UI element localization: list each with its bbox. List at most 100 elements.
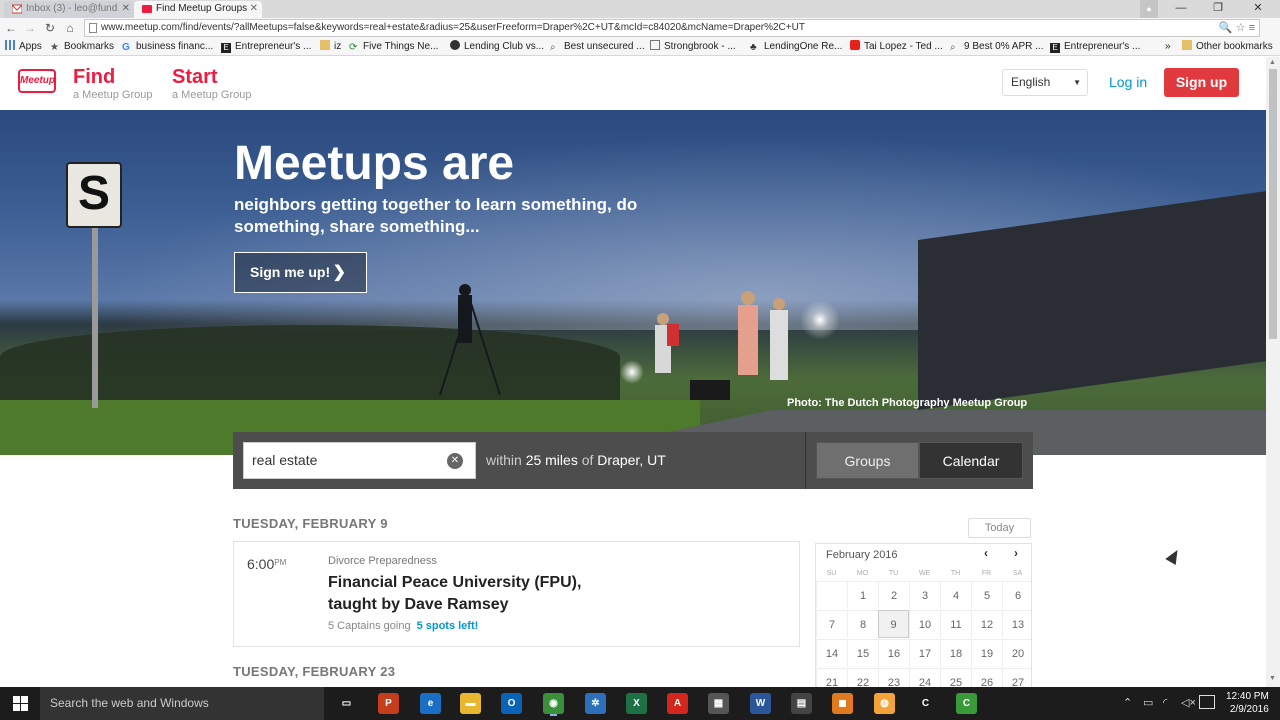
forward-icon[interactable]: → (22, 20, 38, 36)
home-icon[interactable]: ⌂ (62, 20, 78, 36)
green-c-app-icon[interactable]: C (956, 693, 977, 714)
zoom-star-icons[interactable]: 🔍 ☆ ≡ (1219, 20, 1255, 36)
minimize-icon[interactable]: — (1166, 0, 1196, 18)
powerpoint-icon[interactable]: P (378, 693, 399, 714)
profile-icon[interactable]: ● (1140, 0, 1158, 18)
calendar-day[interactable]: 18 (940, 639, 971, 667)
bookmark-five-things[interactable]: ⟳ Five Things Ne... (349, 40, 438, 54)
edge-icon[interactable]: e (420, 693, 441, 714)
windows-start-icon[interactable] (0, 687, 40, 720)
bookmark-entrepreneurs-2[interactable]: E Entrepreneur's ... (1050, 40, 1140, 54)
bookmarks-overflow-chevron-icon[interactable]: » (1165, 40, 1171, 54)
outlook-icon[interactable]: O (501, 693, 522, 714)
location-selector[interactable]: Draper, UT (597, 452, 665, 468)
scrollbar-thumb[interactable] (1269, 69, 1277, 339)
bookmark-strongbrook[interactable]: Strongbrook - ... (650, 40, 736, 54)
reload-icon[interactable]: ↻ (42, 20, 58, 36)
meetup-logo[interactable]: Meetup (18, 69, 56, 93)
find-link[interactable]: Find a Meetup Group (73, 65, 153, 102)
file-explorer-icon[interactable]: ▬ (460, 693, 481, 714)
bookmark-tai-lopez[interactable]: Tai Lopez - Ted ... (850, 40, 943, 54)
start-link[interactable]: Start a Meetup Group (172, 65, 252, 102)
camtasia-icon[interactable]: C (915, 693, 936, 714)
calendar-toggle-button[interactable]: Calendar (919, 442, 1023, 479)
weekday-label: FR (981, 570, 992, 577)
orange-app-icon[interactable]: ◼ (832, 693, 853, 714)
next-month-icon[interactable]: › (1008, 545, 1024, 561)
acrobat-icon[interactable]: A (667, 693, 688, 714)
taskbar-clock[interactable]: 12:40 PM 2/9/2016 (1226, 690, 1269, 716)
clear-search-icon[interactable]: ✕ (447, 453, 463, 469)
bookmark-lending-club[interactable]: Lending Club vs... (450, 40, 544, 54)
tab-find-meetup[interactable]: Find Meetup Groups ✕ (134, 1, 262, 18)
calendar-day[interactable]: 13 (1002, 610, 1031, 638)
close-tab-icon[interactable]: ✕ (122, 1, 130, 17)
bookmark-business-financ[interactable]: Gbusiness financ... (122, 40, 213, 54)
calendar-day[interactable]: 14 (816, 639, 847, 667)
calendar-day[interactable]: 16 (878, 639, 909, 667)
ring-central-icon[interactable]: ◍ (874, 693, 895, 714)
calendar-day[interactable]: 19 (971, 639, 1002, 667)
language-select[interactable]: English ▼ (1002, 69, 1088, 96)
action-center-icon[interactable] (1199, 695, 1215, 709)
keyword-search-input[interactable]: real estate ✕ (243, 442, 476, 479)
groups-toggle-button[interactable]: Groups (816, 442, 919, 479)
scroll-down-icon[interactable]: ▼ (1269, 675, 1276, 682)
bookmark-9-best[interactable]: ⌕ 9 Best 0% APR ... (950, 40, 1043, 54)
bookmark-best-unsecured[interactable]: ⌕ Best unsecured ... (550, 40, 645, 54)
calendar-day[interactable]: 3 (909, 581, 940, 609)
calendar-day[interactable]: 20 (1002, 639, 1031, 667)
word-icon[interactable]: W (750, 693, 771, 714)
calendar-day[interactable]: 7 (816, 610, 847, 638)
media-app-icon[interactable]: ▤ (791, 693, 812, 714)
bookmark-lendingone[interactable]: ♣ LendingOne Re... (750, 40, 842, 54)
event-title[interactable]: Financial Peace University (FPU), taught… (328, 572, 628, 616)
calendar-day[interactable]: 15 (847, 639, 878, 667)
calendar-day[interactable]: 12 (971, 610, 1002, 638)
tab-inbox[interactable]: Inbox (3) - leo@fund ✕ (4, 1, 134, 18)
calendar-day[interactable]: 6 (1002, 581, 1031, 609)
bookmark-iz[interactable]: iz (320, 40, 341, 54)
calendar-day[interactable]: 10 (909, 610, 940, 638)
page-scrollbar[interactable]: ▲ ▼ (1266, 57, 1280, 687)
event-group-name[interactable]: Divorce Preparedness (328, 555, 437, 567)
task-view-icon[interactable]: ▭ (336, 693, 357, 714)
calendar-day[interactable]: 2 (878, 581, 909, 609)
calendar-day[interactable]: 11 (940, 610, 971, 638)
event-card[interactable]: 6:00PM Divorce Preparedness Financial Pe… (233, 541, 800, 647)
bookmark-other-bookmarks[interactable]: Other bookmarks (1182, 40, 1273, 54)
close-window-icon[interactable]: ✕ (1243, 0, 1273, 18)
settings-app-icon[interactable]: ✲ (585, 693, 606, 714)
calendar-day[interactable]: 5 (971, 581, 1002, 609)
calendar-day-today[interactable]: 9 (878, 610, 909, 638)
battery-icon[interactable]: ▭ (1143, 696, 1153, 709)
tray-chevron-icon[interactable]: ⌃ (1123, 696, 1132, 709)
calendar-day[interactable]: 17 (909, 639, 940, 667)
taskbar-search-box[interactable]: Search the web and Windows (40, 687, 324, 720)
back-icon[interactable]: ← (3, 20, 19, 36)
calendar-day[interactable]: 1 (847, 581, 878, 609)
calendar-day[interactable]: 8 (847, 610, 878, 638)
volume-muted-icon[interactable]: ◁× (1181, 696, 1196, 709)
find-sub: a Meetup Group (73, 89, 153, 101)
address-bar[interactable]: www.meetup.com/find/events/?allMeetups=f… (84, 19, 1260, 37)
radius-selector[interactable]: 25 miles (526, 452, 578, 468)
bookmark-apps[interactable]: Apps (5, 40, 42, 54)
login-link[interactable]: Log in (1109, 74, 1147, 90)
sign-me-up-button[interactable]: Sign me up! ❯ (234, 252, 367, 293)
calculator-icon[interactable]: ▦ (708, 693, 729, 714)
scroll-up-icon[interactable]: ▲ (1269, 59, 1276, 66)
chrome-icon[interactable]: ◉ (543, 693, 564, 714)
cta-label: Sign me up! (250, 264, 331, 280)
calendar-day[interactable]: 4 (940, 581, 971, 609)
close-tab-icon[interactable]: ✕ (250, 1, 258, 17)
hero-headline: Meetups are (234, 137, 515, 190)
restore-icon[interactable]: ❐ (1203, 0, 1233, 18)
prev-month-icon[interactable]: ‹ (978, 545, 994, 561)
wifi-icon[interactable]: ◜ (1163, 696, 1167, 709)
bookmark-entrepreneurs-1[interactable]: E Entrepreneur's ... (221, 40, 311, 54)
today-button[interactable]: Today (968, 518, 1031, 538)
signup-button[interactable]: Sign up (1164, 68, 1239, 97)
excel-icon[interactable]: X (626, 693, 647, 714)
bookmark-bookmarks[interactable]: ★ Bookmarks (50, 40, 114, 54)
